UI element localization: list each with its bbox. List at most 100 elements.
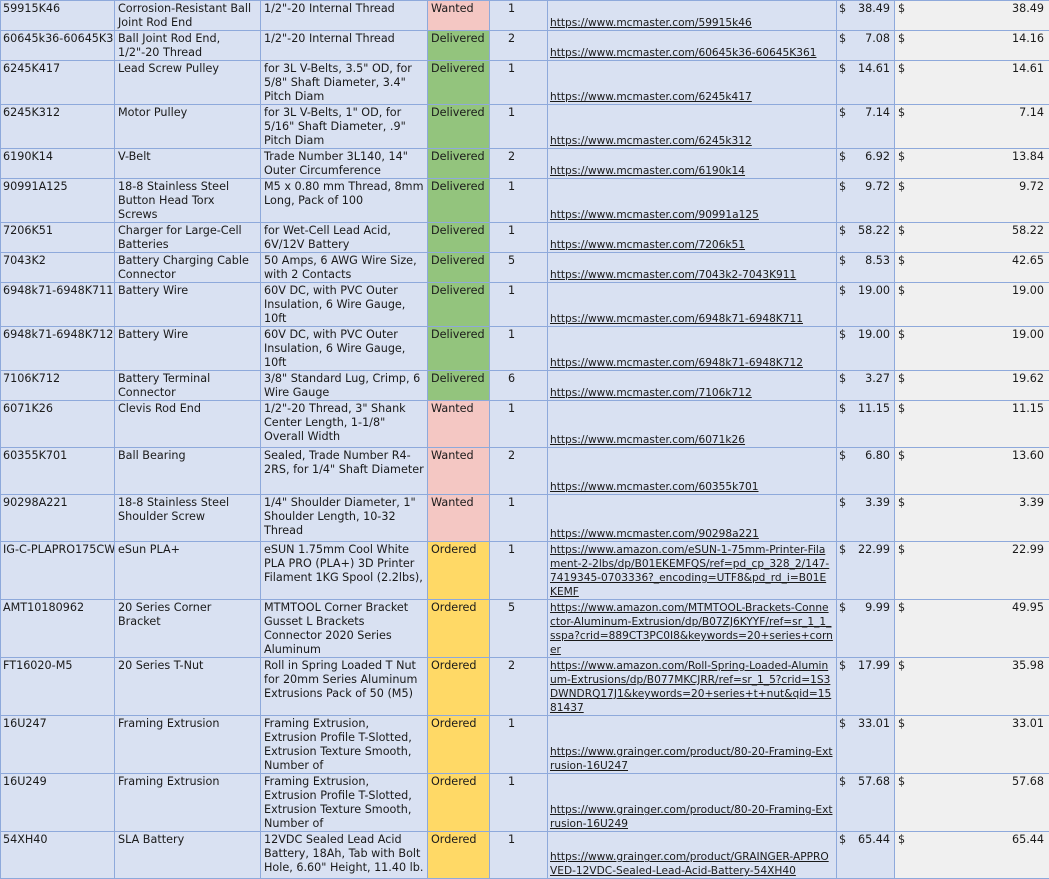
status-cell[interactable]: Wanted — [428, 401, 490, 448]
total-price-cell[interactable]: $57.68 — [895, 774, 1049, 832]
link-cell[interactable]: https://www.mcmaster.com/6245k417 — [548, 61, 837, 105]
quantity-cell[interactable]: 6 — [490, 371, 548, 401]
quantity-cell[interactable]: 1 — [490, 832, 548, 879]
unit-price-cell[interactable]: $9.72 — [837, 179, 895, 223]
total-price-cell[interactable]: $35.98 — [895, 658, 1049, 716]
unit-price-cell[interactable]: $3.39 — [837, 495, 895, 542]
item-name-cell[interactable]: 18-8 Stainless Steel Shoulder Screw — [115, 495, 261, 542]
unit-price-cell[interactable]: $65.44 — [837, 832, 895, 879]
quantity-cell[interactable]: 2 — [490, 658, 548, 716]
quantity-cell[interactable]: 1 — [490, 283, 548, 327]
description-cell[interactable]: Roll in Spring Loaded T Nut for 20mm Ser… — [261, 658, 428, 716]
total-price-cell[interactable]: $42.65 — [895, 253, 1049, 283]
part-number-cell[interactable]: 60645k36-60645K361 — [1, 31, 115, 61]
product-link[interactable]: https://www.amazon.com/eSUN-1-75mm-Print… — [550, 544, 829, 598]
part-number-cell[interactable]: IG-C-PLAPRO175CW1 — [1, 542, 115, 600]
item-name-cell[interactable]: 20 Series T-Nut — [115, 658, 261, 716]
status-cell[interactable]: Wanted — [428, 1, 490, 31]
part-number-cell[interactable]: 6245K417 — [1, 61, 115, 105]
link-cell[interactable]: https://www.mcmaster.com/7206k51 — [548, 223, 837, 253]
total-price-cell[interactable]: $9.72 — [895, 179, 1049, 223]
unit-price-cell[interactable]: $3.27 — [837, 371, 895, 401]
product-link[interactable]: https://www.grainger.com/product/GRAINGE… — [550, 851, 829, 877]
part-number-cell[interactable]: 90991A125 — [1, 179, 115, 223]
product-link[interactable]: https://www.amazon.com/Roll-Spring-Loade… — [550, 660, 831, 714]
status-cell[interactable]: Wanted — [428, 495, 490, 542]
unit-price-cell[interactable]: $19.00 — [837, 327, 895, 371]
product-link[interactable]: https://www.mcmaster.com/6245k312 — [550, 135, 752, 147]
quantity-cell[interactable]: 1 — [490, 542, 548, 600]
part-number-cell[interactable]: 54XH40 — [1, 832, 115, 879]
link-cell[interactable]: https://www.mcmaster.com/6190k14 — [548, 149, 837, 179]
link-cell[interactable]: https://www.mcmaster.com/7106k712 — [548, 371, 837, 401]
total-price-cell[interactable]: $14.16 — [895, 31, 1049, 61]
status-cell[interactable]: Delivered — [428, 61, 490, 105]
product-link[interactable]: https://www.mcmaster.com/6948k71-6948K71… — [550, 357, 803, 369]
description-cell[interactable]: 1/2"-20 Internal Thread — [261, 1, 428, 31]
unit-price-cell[interactable]: $33.01 — [837, 716, 895, 774]
quantity-cell[interactable]: 2 — [490, 149, 548, 179]
product-link[interactable]: https://www.mcmaster.com/6190k14 — [550, 165, 745, 177]
quantity-cell[interactable]: 1 — [490, 105, 548, 149]
status-cell[interactable]: Ordered — [428, 716, 490, 774]
item-name-cell[interactable]: Charger for Large-Cell Batteries — [115, 223, 261, 253]
item-name-cell[interactable]: Battery Wire — [115, 327, 261, 371]
item-name-cell[interactable]: eSun PLA+ — [115, 542, 261, 600]
link-cell[interactable]: https://www.amazon.com/eSUN-1-75mm-Print… — [548, 542, 837, 600]
total-price-cell[interactable]: $14.61 — [895, 61, 1049, 105]
item-name-cell[interactable]: Battery Charging Cable Connector — [115, 253, 261, 283]
status-cell[interactable]: Delivered — [428, 105, 490, 149]
item-name-cell[interactable]: Ball Bearing — [115, 448, 261, 495]
unit-price-cell[interactable]: $11.15 — [837, 401, 895, 448]
status-cell[interactable]: Ordered — [428, 658, 490, 716]
unit-price-cell[interactable]: $6.80 — [837, 448, 895, 495]
description-cell[interactable]: Sealed, Trade Number R4-2RS, for 1/4" Sh… — [261, 448, 428, 495]
status-cell[interactable]: Delivered — [428, 283, 490, 327]
part-number-cell[interactable]: 6190K14 — [1, 149, 115, 179]
quantity-cell[interactable]: 1 — [490, 327, 548, 371]
item-name-cell[interactable]: Motor Pulley — [115, 105, 261, 149]
product-link[interactable]: https://www.mcmaster.com/59915k46 — [550, 17, 752, 29]
description-cell[interactable]: MTMTOOL Corner Bracket Gusset L Brackets… — [261, 600, 428, 658]
product-link[interactable]: https://www.amazon.com/MTMTOOL-Brackets-… — [550, 602, 833, 656]
description-cell[interactable]: Framing Extrusion, Extrusion Profile T-S… — [261, 716, 428, 774]
link-cell[interactable]: https://www.mcmaster.com/7043k2-7043K911 — [548, 253, 837, 283]
total-price-cell[interactable]: $13.84 — [895, 149, 1049, 179]
quantity-cell[interactable]: 1 — [490, 223, 548, 253]
status-cell[interactable]: Ordered — [428, 600, 490, 658]
status-cell[interactable]: Delivered — [428, 371, 490, 401]
part-number-cell[interactable]: 7106K712 — [1, 371, 115, 401]
description-cell[interactable]: 1/2"-20 Internal Thread — [261, 31, 428, 61]
part-number-cell[interactable]: 60355K701 — [1, 448, 115, 495]
unit-price-cell[interactable]: $17.99 — [837, 658, 895, 716]
part-number-cell[interactable]: 6071K26 — [1, 401, 115, 448]
product-link[interactable]: https://www.grainger.com/product/80-20-F… — [550, 746, 833, 772]
status-cell[interactable]: Delivered — [428, 253, 490, 283]
quantity-cell[interactable]: 1 — [490, 774, 548, 832]
part-number-cell[interactable]: FT16020-M5 — [1, 658, 115, 716]
link-cell[interactable]: https://www.mcmaster.com/6948k71-6948K71… — [548, 283, 837, 327]
link-cell[interactable]: https://www.amazon.com/MTMTOOL-Brackets-… — [548, 600, 837, 658]
description-cell[interactable]: Framing Extrusion, Extrusion Profile T-S… — [261, 774, 428, 832]
unit-price-cell[interactable]: $38.49 — [837, 1, 895, 31]
description-cell[interactable]: 50 Amps, 6 AWG Wire Size, with 2 Contact… — [261, 253, 428, 283]
unit-price-cell[interactable]: $57.68 — [837, 774, 895, 832]
total-price-cell[interactable]: $33.01 — [895, 716, 1049, 774]
link-cell[interactable]: https://www.amazon.com/Roll-Spring-Loade… — [548, 658, 837, 716]
quantity-cell[interactable]: 1 — [490, 401, 548, 448]
quantity-cell[interactable]: 5 — [490, 253, 548, 283]
link-cell[interactable]: https://www.mcmaster.com/59915k46 — [548, 1, 837, 31]
total-price-cell[interactable]: $22.99 — [895, 542, 1049, 600]
item-name-cell[interactable]: Ball Joint Rod End, 1/2"-20 Thread — [115, 31, 261, 61]
quantity-cell[interactable]: 1 — [490, 495, 548, 542]
part-number-cell[interactable]: 6948k71-6948K712 — [1, 327, 115, 371]
total-price-cell[interactable]: $38.49 — [895, 1, 1049, 31]
unit-price-cell[interactable]: $7.14 — [837, 105, 895, 149]
link-cell[interactable]: https://www.mcmaster.com/6245k312 — [548, 105, 837, 149]
item-name-cell[interactable]: Battery Terminal Connector — [115, 371, 261, 401]
status-cell[interactable]: Ordered — [428, 832, 490, 879]
item-name-cell[interactable]: Framing Extrusion — [115, 774, 261, 832]
description-cell[interactable]: for 3L V-Belts, 3.5" OD, for 5/8" Shaft … — [261, 61, 428, 105]
link-cell[interactable]: https://www.mcmaster.com/60355k701 — [548, 448, 837, 495]
link-cell[interactable]: https://www.grainger.com/product/80-20-F… — [548, 774, 837, 832]
